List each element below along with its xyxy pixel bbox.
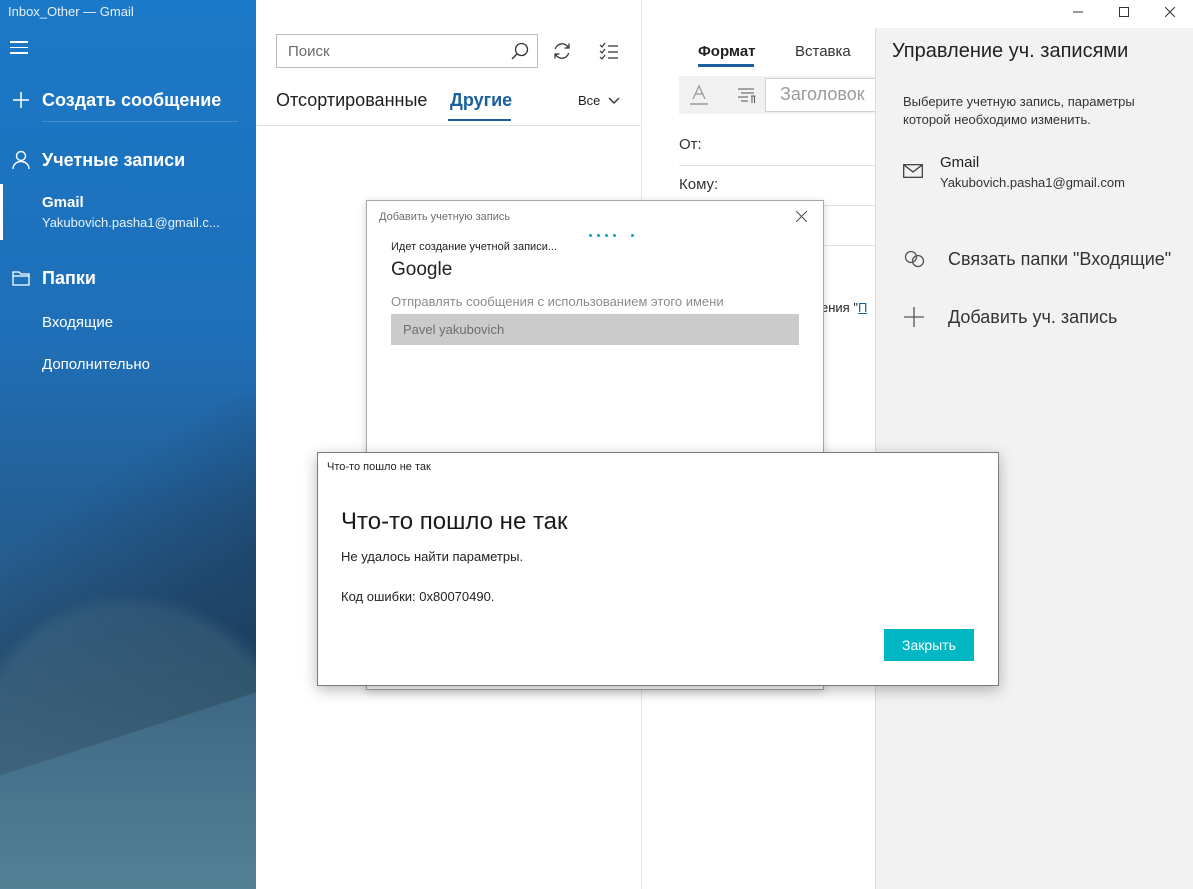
dialog-titlebar: Что-то пошло не так	[327, 461, 431, 473]
minimize-icon[interactable]	[1055, 0, 1101, 24]
compose-button[interactable]: Создать сообщение	[0, 87, 256, 113]
error-message: Не удалось найти параметры.	[341, 549, 524, 564]
selection-indicator	[0, 184, 3, 240]
mail-icon	[903, 164, 923, 183]
message-body[interactable]: ения "П	[821, 300, 867, 315]
background-hill	[0, 600, 256, 889]
sync-icon[interactable]	[550, 38, 574, 64]
progress-dots-icon	[589, 234, 639, 238]
creating-status: Идет создание учетной записи...	[391, 241, 558, 253]
filter-dropdown[interactable]: Все	[578, 93, 620, 108]
format-ribbon: Заголовок	[679, 76, 875, 114]
close-icon[interactable]	[1147, 0, 1193, 24]
account-name: Gmail	[42, 194, 84, 211]
plus-icon	[0, 91, 42, 109]
panel-description: Выберите учетную запись, параметры котор…	[903, 94, 1135, 127]
accounts-button[interactable]: Учетные записи	[0, 147, 256, 173]
link-icon	[903, 250, 948, 268]
heading-style-select[interactable]: Заголовок	[765, 78, 875, 112]
account-item-gmail[interactable]: Gmail Yakubovich.pasha1@gmail.com	[903, 154, 1183, 194]
tab-format[interactable]: Формат	[698, 43, 756, 60]
tab-sorted[interactable]: Отсортированные	[276, 90, 427, 111]
account-name: Gmail	[940, 154, 980, 171]
filter-label: Все	[578, 93, 601, 108]
hamburger-menu-icon[interactable]	[10, 41, 28, 55]
link-inboxes-label: Связать папки "Входящие"	[948, 248, 1172, 269]
folder-icon	[0, 270, 42, 286]
panel-title: Управление уч. записями	[892, 40, 1129, 62]
body-text: ения "	[821, 300, 858, 315]
search-input[interactable]: Поиск	[277, 43, 503, 60]
add-account-label: Добавить уч. запись	[948, 306, 1118, 327]
person-icon	[0, 150, 42, 170]
folders-label: Папки	[42, 267, 96, 288]
from-label: От:	[679, 136, 702, 153]
provider-name: Google	[391, 259, 453, 280]
font-format-icon[interactable]	[681, 78, 717, 112]
divider	[256, 125, 642, 126]
paragraph-format-icon[interactable]	[729, 78, 765, 112]
divider	[42, 121, 238, 122]
accounts-label: Учетные записи	[42, 149, 186, 170]
to-label: Кому:	[679, 176, 719, 193]
tab-insert[interactable]: Вставка	[795, 43, 851, 60]
plus-icon	[903, 306, 948, 328]
error-dialog: Что-то пошло не так Что-то пошло не так …	[317, 452, 999, 686]
account-email: Yakubovich.pasha1@gmail.c...	[42, 215, 220, 230]
error-code: Код ошибки: 0x80070490.	[341, 589, 495, 604]
maximize-icon[interactable]	[1101, 0, 1147, 24]
dialog-title: Добавить учетную запись	[379, 211, 511, 223]
window-controls	[1055, 0, 1193, 24]
chevron-down-icon	[608, 93, 620, 108]
body-link[interactable]: П	[858, 300, 867, 315]
error-heading: Что-то пошло не так	[341, 508, 568, 535]
search-box[interactable]: Поиск	[276, 34, 538, 68]
sidebar-item-inbox[interactable]: Входящие	[42, 314, 113, 331]
active-tab-indicator	[448, 119, 511, 121]
tab-other[interactable]: Другие	[450, 90, 512, 111]
sidebar-account-gmail[interactable]: Gmail Yakubovich.pasha1@gmail.c...	[0, 184, 256, 240]
add-account-button[interactable]: Добавить уч. запись	[903, 304, 1193, 330]
compose-label: Создать сообщение	[42, 89, 222, 110]
selection-mode-icon[interactable]	[597, 38, 621, 64]
send-as-label: Отправлять сообщения с использованием эт…	[391, 294, 724, 309]
folders-button[interactable]: Папки	[0, 265, 256, 291]
from-field[interactable]: От:	[679, 126, 875, 166]
active-tab-indicator	[698, 64, 754, 67]
close-button[interactable]: Закрыть	[884, 629, 974, 661]
account-email: Yakubovich.pasha1@gmail.com	[940, 175, 1125, 190]
search-icon[interactable]	[503, 42, 537, 60]
window-title: Inbox_Other — Gmail	[8, 4, 134, 19]
link-inboxes-button[interactable]: Связать папки "Входящие"	[903, 246, 1193, 272]
display-name-input[interactable]: Pavel yakubovich	[391, 314, 799, 345]
sidebar: Inbox_Other — Gmail Создать сообщение Уч…	[0, 0, 256, 889]
sidebar-item-more[interactable]: Дополнительно	[42, 356, 150, 373]
close-icon[interactable]	[795, 209, 808, 227]
